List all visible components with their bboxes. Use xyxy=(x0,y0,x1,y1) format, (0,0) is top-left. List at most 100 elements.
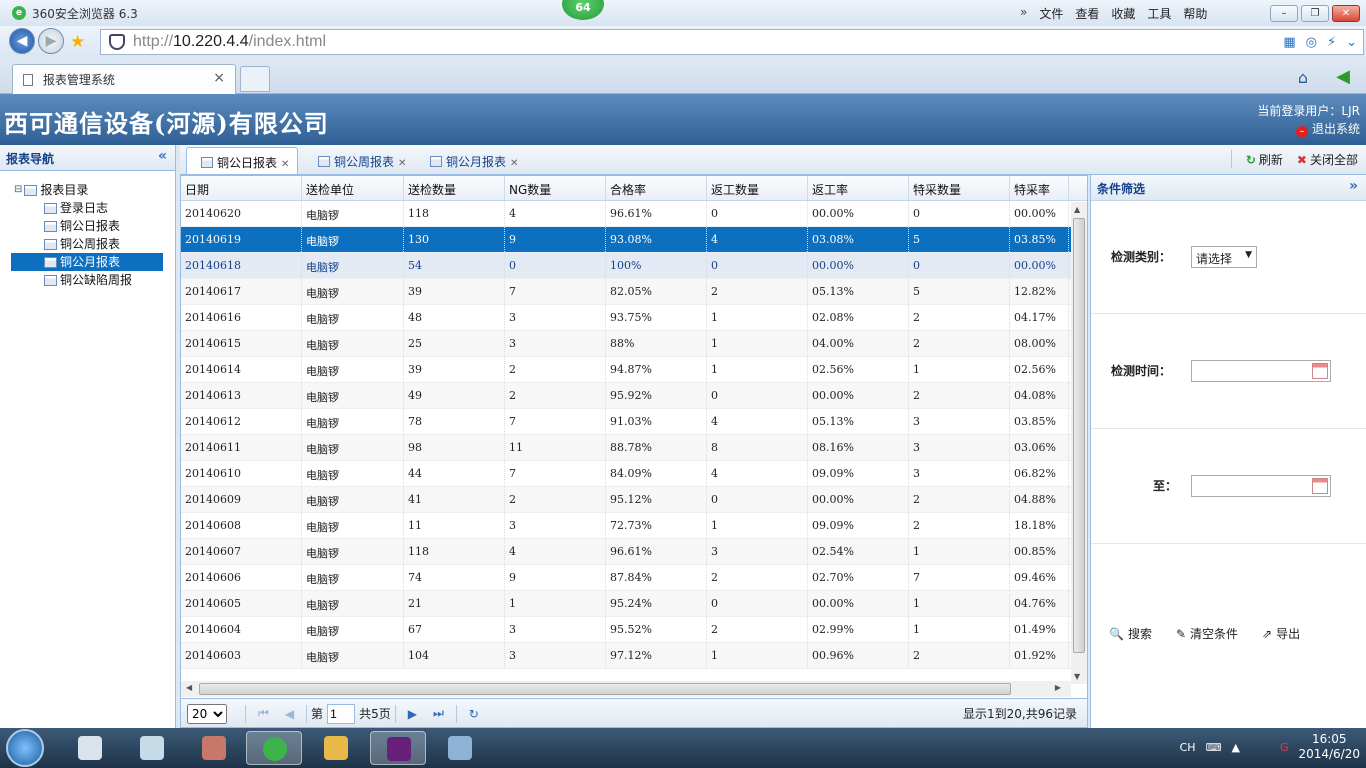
qr-code-icon[interactable]: ▦ xyxy=(1283,35,1295,50)
tree-item-login-log[interactable]: 登录日志 xyxy=(0,199,175,217)
column-header-special-qty[interactable]: 特采数量 xyxy=(909,176,1010,200)
next-page-icon[interactable]: ▶ xyxy=(408,707,417,721)
tree-item-weekly-report[interactable]: 铜公周报表 xyxy=(0,235,175,253)
table-row[interactable]: 20140604 电脑锣 67 3 95.52% 2 02.99% 1 01.49% xyxy=(181,617,1087,643)
notepad-app[interactable] xyxy=(124,731,180,765)
table-row[interactable]: 20140603 电脑锣 104 3 97.12% 1 00.96% 2 01.92% xyxy=(181,643,1087,669)
table-row[interactable]: 20140616 电脑锣 48 3 93.75% 1 02.08% 2 04.17% xyxy=(181,305,1087,331)
scroll-down-icon[interactable]: ▼ xyxy=(1074,672,1080,681)
table-row[interactable]: 20140608 电脑锣 11 3 72.73% 1 09.09% 2 18.18% xyxy=(181,513,1087,539)
network-app[interactable] xyxy=(432,731,488,765)
logout-link[interactable]: – 退出系统 xyxy=(1257,120,1360,138)
column-header-pass-rate[interactable]: 合格率 xyxy=(606,176,707,200)
type-select[interactable]: 请选择 ▼ xyxy=(1191,246,1257,268)
url-dropdown-icon[interactable]: ⌄ xyxy=(1346,35,1357,50)
more-chevron-icon[interactable]: » xyxy=(1020,5,1027,22)
column-header-rework-rate[interactable]: 返工率 xyxy=(808,176,909,200)
horizontal-scrollbar[interactable]: ◀ ▶ xyxy=(181,681,1071,697)
table-row[interactable]: 20140615 电脑锣 25 3 88% 1 04.00% 2 08.00% xyxy=(181,331,1087,357)
export-button[interactable]: ⇗ 导出 xyxy=(1262,625,1300,642)
calendar-icon[interactable] xyxy=(1312,478,1328,494)
calculator-app[interactable] xyxy=(62,731,118,765)
menu-item-favorites[interactable]: 收藏 xyxy=(1111,5,1135,22)
hscroll-thumb[interactable] xyxy=(199,683,1011,695)
menu-item-tools[interactable]: 工具 xyxy=(1147,5,1171,22)
tree-item-daily-report[interactable]: 铜公日报表 xyxy=(0,217,175,235)
table-row[interactable]: 20140613 电脑锣 49 2 95.92% 0 00.00% 2 04.08% xyxy=(181,383,1087,409)
table-row[interactable]: 20140610 电脑锣 44 7 84.09% 4 09.09% 3 06.82% xyxy=(181,461,1087,487)
page-number-input[interactable] xyxy=(327,703,356,724)
tab-close-icon[interactable]: ✕ xyxy=(510,158,518,169)
tree-root-node[interactable]: ⊟ 报表目录 xyxy=(0,181,175,199)
table-row[interactable]: 20140619 电脑锣 130 9 93.08% 4 03.08% 5 03.85% xyxy=(181,227,1087,253)
keyboard-icon[interactable]: ⌨ xyxy=(1206,741,1222,754)
last-page-icon[interactable]: ⏭ xyxy=(433,706,444,721)
tab-close-icon[interactable]: ✕ xyxy=(398,158,406,169)
tab-close-icon[interactable]: ✕ xyxy=(281,159,289,170)
column-header-ng[interactable]: NG数量 xyxy=(505,176,606,200)
clock[interactable]: 16:05 2014/6/20 xyxy=(1298,732,1360,762)
start-date-input[interactable] xyxy=(1191,360,1331,382)
column-header-special-rate[interactable]: 特采率 xyxy=(1010,176,1069,200)
menu-item-help[interactable]: 帮助 xyxy=(1183,5,1207,22)
minimize-button[interactable]: – xyxy=(1270,5,1298,22)
table-row[interactable]: 20140620 电脑锣 118 4 96.61% 0 00.00% 0 00.00% xyxy=(181,201,1087,227)
address-bar[interactable]: http://10.220.4.4/index.html ▦ ◎ ⚡ ⌄ xyxy=(100,29,1364,55)
window-close-button[interactable]: ✕ xyxy=(1332,5,1360,22)
page-size-select[interactable]: 20 xyxy=(187,703,227,724)
table-row[interactable]: 20140606 电脑锣 74 9 87.84% 2 02.70% 7 09.46% xyxy=(181,565,1087,591)
tab-weekly-report[interactable]: 铜公周报表 ✕ xyxy=(304,147,414,174)
column-header-rework-qty[interactable]: 返工数量 xyxy=(707,176,808,200)
column-header-qty[interactable]: 送检数量 xyxy=(404,176,505,200)
tab-close-icon[interactable]: × xyxy=(213,70,225,86)
table-row[interactable]: 20140605 电脑锣 21 1 95.24% 0 00.00% 1 04.76% xyxy=(181,591,1087,617)
language-indicator[interactable]: CH xyxy=(1180,741,1196,754)
end-date-input[interactable] xyxy=(1191,475,1331,497)
column-header-unit[interactable]: 送检单位 xyxy=(302,176,404,200)
table-row[interactable]: 20140609 电脑锣 41 2 95.12% 0 00.00% 2 04.88% xyxy=(181,487,1087,513)
scroll-up-icon[interactable]: ▲ xyxy=(1074,205,1080,214)
new-tab-button[interactable] xyxy=(240,66,270,92)
return-arrow-icon[interactable]: ◀ xyxy=(1336,66,1350,87)
tree-item-defect-weekly[interactable]: 铜公缺陷周报 xyxy=(0,271,175,289)
browser-app[interactable] xyxy=(246,731,302,765)
prev-page-icon[interactable]: ◀ xyxy=(285,707,294,721)
browser-tab[interactable]: 报表管理系统 × xyxy=(12,64,236,94)
compat-mode-icon[interactable]: ⚡ xyxy=(1327,35,1336,50)
scroll-left-icon[interactable]: ◀ xyxy=(186,683,192,692)
tab-daily-report[interactable]: 铜公日报表 ✕ xyxy=(186,147,299,174)
notification-badge[interactable]: 64 xyxy=(562,0,604,20)
tray-expand-icon[interactable]: ▲ xyxy=(1231,741,1239,754)
calendar-icon[interactable] xyxy=(1312,363,1328,379)
browser-mode-icon[interactable]: ◎ xyxy=(1306,35,1317,50)
visual-studio-app[interactable] xyxy=(370,731,426,765)
database-app[interactable] xyxy=(186,731,242,765)
back-button[interactable]: ◀ xyxy=(9,28,35,54)
tree-collapse-icon[interactable]: ⊟ xyxy=(14,181,22,199)
clear-button[interactable]: ✎ 清空条件 xyxy=(1176,625,1238,642)
table-row[interactable]: 20140611 电脑锣 98 11 88.78% 8 08.16% 3 03.06% xyxy=(181,435,1087,461)
table-row[interactable]: 20140618 电脑锣 54 0 100% 0 00.00% 0 00.00% xyxy=(181,253,1087,279)
first-page-icon[interactable]: ⏮ xyxy=(258,706,269,721)
menu-item-view[interactable]: 查看 xyxy=(1075,5,1099,22)
menu-item-file[interactable]: 文件 xyxy=(1039,5,1063,22)
reload-icon[interactable]: ↻ xyxy=(469,707,479,721)
favorite-star-icon[interactable]: ★ xyxy=(70,32,85,52)
antivirus-icon[interactable]: G xyxy=(1280,741,1289,754)
collapse-panel-icon[interactable]: « xyxy=(158,148,167,164)
home-icon[interactable]: ⌂ xyxy=(1298,68,1308,87)
expand-panel-icon[interactable]: » xyxy=(1349,178,1358,194)
scroll-thumb[interactable] xyxy=(1073,218,1085,653)
vertical-scrollbar[interactable]: ▲ ▼ xyxy=(1071,202,1087,684)
table-row[interactable]: 20140607 电脑锣 118 4 96.61% 3 02.54% 1 00.85% xyxy=(181,539,1087,565)
search-button[interactable]: 🔍 搜索 xyxy=(1109,625,1152,642)
scroll-right-icon[interactable]: ▶ xyxy=(1055,683,1061,692)
start-button[interactable] xyxy=(6,729,44,767)
tree-item-monthly-report[interactable]: 铜公月报表 xyxy=(11,253,163,271)
table-row[interactable]: 20140612 电脑锣 78 7 91.03% 4 05.13% 3 03.85% xyxy=(181,409,1087,435)
column-header-date[interactable]: 日期 xyxy=(181,176,302,200)
refresh-button[interactable]: ↻ 刷新 xyxy=(1246,151,1283,168)
restore-button[interactable]: ❐ xyxy=(1301,5,1329,22)
forward-button[interactable]: ▶ xyxy=(38,28,64,54)
table-row[interactable]: 20140617 电脑锣 39 7 82.05% 2 05.13% 5 12.82% xyxy=(181,279,1087,305)
